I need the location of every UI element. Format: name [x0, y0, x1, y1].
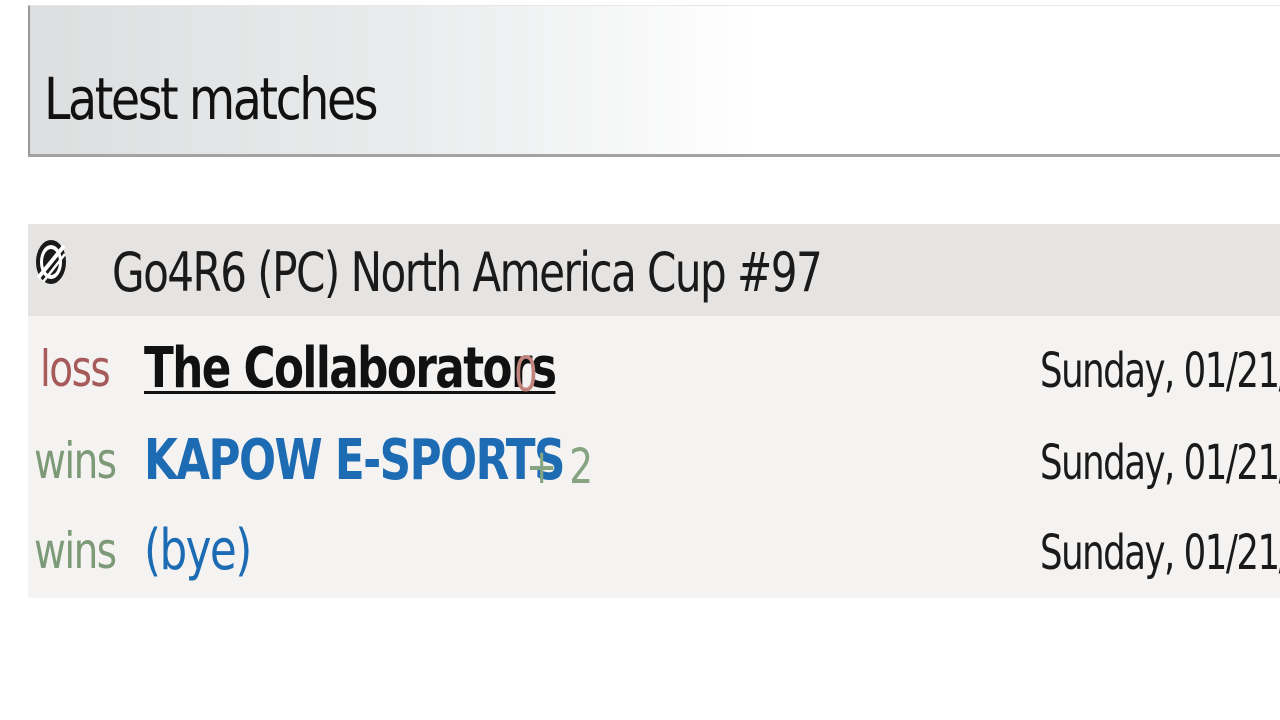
section-title: Latest matches	[44, 65, 379, 133]
match-date: Sunday, 01/21/1	[1040, 525, 1280, 581]
section-header: Latest matches	[28, 5, 1280, 157]
match-result: wins	[34, 432, 117, 490]
team-link[interactable]: KAPOW E-SPORTS	[144, 426, 565, 496]
match-result: loss	[40, 340, 111, 398]
rainbow-six-siege-icon	[36, 240, 66, 284]
match-date: Sunday, 01/21/1	[1040, 343, 1280, 399]
team-link[interactable]: (bye)	[144, 516, 252, 586]
match-score: 0	[514, 347, 538, 403]
tournament-name[interactable]: Go4R6 (PC) North America Cup #97	[112, 238, 823, 308]
match-row[interactable]: wins KAPOW E-SPORTS + 2 Sunday, 01/21/1	[28, 420, 1280, 512]
team-link[interactable]: The Collaborators	[144, 334, 557, 404]
match-row[interactable]: loss The Collaborators 0 Sunday, 01/21/1	[28, 328, 1280, 420]
match-score: + 2	[526, 439, 594, 495]
match-result: wins	[34, 522, 117, 580]
match-date: Sunday, 01/21/1	[1040, 435, 1280, 491]
match-row[interactable]: wins (bye) Sunday, 01/21/1	[28, 510, 1280, 602]
tournament-row[interactable]: Go4R6 (PC) North America Cup #97	[28, 224, 1280, 316]
tournament-block: Go4R6 (PC) North America Cup #97 loss Th…	[28, 224, 1280, 598]
